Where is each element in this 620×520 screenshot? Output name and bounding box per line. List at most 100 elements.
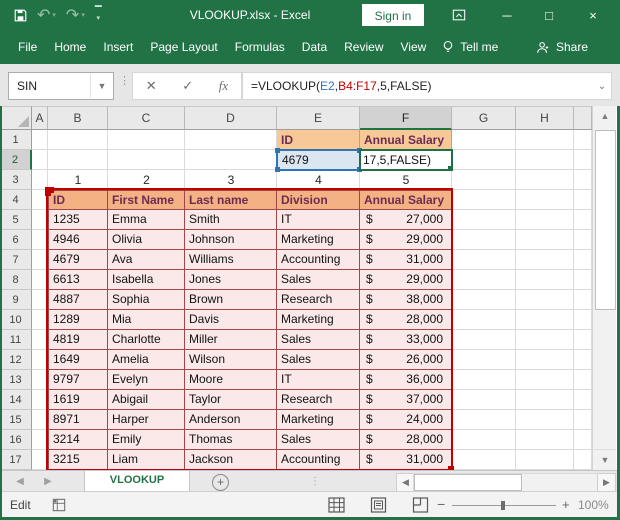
- maximize-icon[interactable]: □: [536, 0, 562, 30]
- cell[interactable]: [574, 290, 592, 310]
- column-header-B[interactable]: B: [48, 106, 108, 130]
- cell[interactable]: [574, 230, 592, 250]
- save-icon[interactable]: [14, 9, 27, 22]
- ribbon-tab-formulas[interactable]: Formulas: [235, 40, 285, 54]
- horizontal-scrollbar[interactable]: [413, 473, 598, 492]
- cell[interactable]: [516, 370, 574, 390]
- row-header-13[interactable]: 13: [0, 370, 32, 390]
- ribbon-tab-home[interactable]: Home: [54, 40, 86, 54]
- cell[interactable]: [516, 290, 574, 310]
- ribbon-tab-view[interactable]: View: [401, 40, 427, 54]
- sheet-nav-right-icon[interactable]: ▶: [38, 471, 58, 492]
- cell[interactable]: [32, 130, 48, 150]
- cell[interactable]: [574, 310, 592, 330]
- cell[interactable]: [574, 270, 592, 290]
- column-header-C[interactable]: C: [108, 106, 185, 130]
- row-header-4[interactable]: 4: [0, 190, 32, 210]
- cell[interactable]: [574, 370, 592, 390]
- row-header-8[interactable]: 8: [0, 270, 32, 290]
- row-header-9[interactable]: 9: [0, 290, 32, 310]
- customize-quick-access-icon[interactable]: ▔ ▾: [95, 7, 102, 23]
- cancel-icon[interactable]: ✕: [146, 78, 157, 94]
- cell[interactable]: [48, 150, 108, 170]
- zoom-level[interactable]: 100%: [578, 492, 609, 518]
- cell[interactable]: [185, 130, 277, 150]
- row-header-5[interactable]: 5: [0, 210, 32, 230]
- share[interactable]: Share: [536, 40, 588, 54]
- ribbon-tab-data[interactable]: Data: [302, 40, 327, 54]
- cell[interactable]: [516, 270, 574, 290]
- macro-record-icon[interactable]: [52, 498, 66, 517]
- reference-handle[interactable]: [275, 167, 280, 172]
- row-header-11[interactable]: 11: [0, 330, 32, 350]
- row-header-15[interactable]: 15: [0, 410, 32, 430]
- row-header-6[interactable]: 6: [0, 230, 32, 250]
- tabbar-splitter[interactable]: ⋮: [310, 471, 320, 492]
- column-header-G[interactable]: G: [452, 106, 516, 130]
- scroll-down-icon[interactable]: ▼: [594, 449, 616, 470]
- column-header-A[interactable]: A: [32, 106, 48, 130]
- reference-handle[interactable]: [275, 148, 280, 153]
- cell[interactable]: [452, 330, 516, 350]
- page-break-preview-icon[interactable]: [412, 497, 429, 513]
- cell[interactable]: [516, 310, 574, 330]
- ribbon-tab-insert[interactable]: Insert: [103, 40, 133, 54]
- cell[interactable]: [516, 150, 574, 170]
- tell-me[interactable]: Tell me: [442, 40, 498, 54]
- cell[interactable]: [452, 130, 516, 150]
- cell[interactable]: [516, 410, 574, 430]
- cell[interactable]: [452, 230, 516, 250]
- cell[interactable]: [452, 190, 516, 210]
- fill-handle[interactable]: [448, 166, 451, 169]
- normal-view-icon[interactable]: [328, 497, 345, 513]
- name-box-dropdown-icon[interactable]: ▼: [90, 74, 113, 98]
- cell[interactable]: [516, 130, 574, 150]
- row-header-16[interactable]: 16: [0, 430, 32, 450]
- cell[interactable]: [452, 410, 516, 430]
- cell[interactable]: [452, 290, 516, 310]
- cell[interactable]: [574, 250, 592, 270]
- column-header-F[interactable]: F: [360, 106, 452, 130]
- cell[interactable]: [452, 310, 516, 330]
- row-header-14[interactable]: 14: [0, 390, 32, 410]
- cell[interactable]: [516, 190, 574, 210]
- cell[interactable]: [574, 390, 592, 410]
- cell[interactable]: [574, 170, 592, 190]
- cell[interactable]: [574, 150, 592, 170]
- row-header-3[interactable]: 3: [0, 170, 32, 190]
- cell[interactable]: [516, 230, 574, 250]
- row-header-10[interactable]: 10: [0, 310, 32, 330]
- undo-icon[interactable]: ↶ ▾: [37, 5, 56, 25]
- scroll-up-icon[interactable]: ▲: [594, 106, 616, 126]
- column-header-E[interactable]: E: [277, 106, 360, 130]
- page-layout-view-icon[interactable]: [370, 497, 387, 513]
- cell[interactable]: [452, 170, 516, 190]
- close-icon[interactable]: ×: [580, 0, 606, 30]
- cell[interactable]: [452, 210, 516, 230]
- sign-in-button[interactable]: Sign in: [362, 4, 424, 26]
- cell[interactable]: [516, 390, 574, 410]
- cell-F2-editing[interactable]: 17,5,FALSE): [359, 149, 453, 171]
- cell[interactable]: [452, 150, 516, 170]
- cell[interactable]: [516, 450, 574, 470]
- minimize-icon[interactable]: ─: [494, 0, 520, 30]
- zoom-in-icon[interactable]: +: [562, 492, 570, 518]
- sheet-nav-left-icon[interactable]: ◀: [10, 471, 30, 492]
- ribbon-tab-page-layout[interactable]: Page Layout: [150, 40, 217, 54]
- zoom-out-icon[interactable]: −: [437, 492, 445, 518]
- cell[interactable]: [574, 330, 592, 350]
- cell[interactable]: [108, 150, 185, 170]
- cell[interactable]: [452, 390, 516, 410]
- cell[interactable]: [516, 170, 574, 190]
- row-header-17[interactable]: 17: [0, 450, 32, 470]
- column-header-D[interactable]: D: [185, 106, 277, 130]
- cell[interactable]: [452, 450, 516, 470]
- row-header-2[interactable]: 2: [0, 150, 32, 170]
- row-header-7[interactable]: 7: [0, 250, 32, 270]
- hscroll-right-icon[interactable]: ▶: [597, 473, 616, 492]
- new-sheet-icon[interactable]: +: [212, 474, 229, 491]
- vertical-scrollbar[interactable]: ▲ ▼: [592, 106, 616, 470]
- cell[interactable]: [516, 250, 574, 270]
- horizontal-scroll-thumb[interactable]: [414, 474, 522, 491]
- row-header-1[interactable]: 1: [0, 130, 32, 150]
